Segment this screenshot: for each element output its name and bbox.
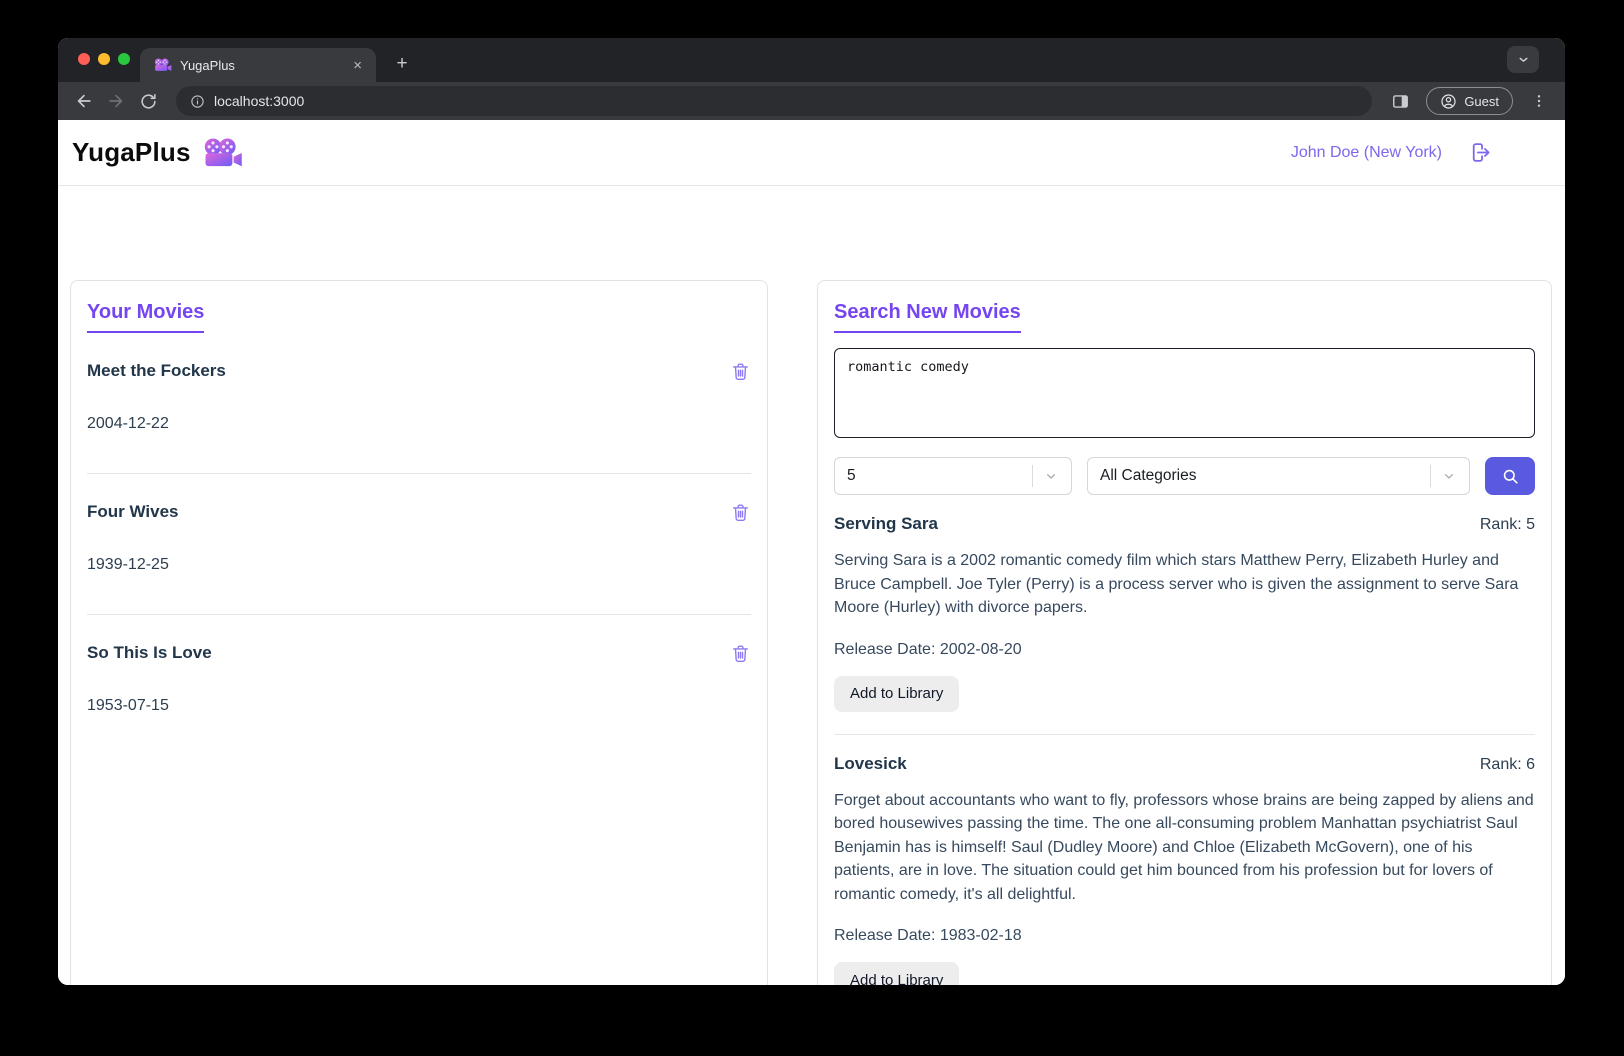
library-movie-row: Four Wives 1939-12-25 bbox=[87, 474, 751, 615]
add-to-library-button[interactable]: Add to Library bbox=[834, 962, 960, 985]
search-result: Serving Sara Rank: 5 Serving Sara is a 2… bbox=[834, 495, 1535, 735]
library-movie-row: So This Is Love 1953-07-15 bbox=[87, 615, 751, 755]
result-limit-value: 5 bbox=[847, 467, 856, 484]
trash-icon bbox=[732, 504, 749, 521]
page: YugaPlus John Doe (New York) Your Movies bbox=[58, 120, 1565, 985]
result-rank: Rank: 6 bbox=[1479, 755, 1535, 773]
trash-icon bbox=[732, 363, 749, 380]
app-header: YugaPlus John Doe (New York) bbox=[58, 120, 1565, 186]
result-title: Serving Sara bbox=[834, 514, 938, 533]
browser-toolbar: localhost:3000 Guest bbox=[58, 82, 1565, 120]
select-divider bbox=[1430, 465, 1431, 487]
app-logo-text: YugaPlus bbox=[72, 137, 191, 167]
url-text: localhost:3000 bbox=[214, 93, 305, 109]
site-info-icon[interactable] bbox=[190, 94, 205, 109]
search-result: Lovesick Rank: 6 Forget about accountant… bbox=[834, 735, 1535, 985]
search-button[interactable] bbox=[1485, 457, 1535, 495]
tab-close-icon[interactable]: × bbox=[349, 56, 366, 75]
your-movies-heading: Your Movies bbox=[87, 301, 205, 333]
search-panel: Search New Movies romantic comedy 5 All … bbox=[817, 280, 1552, 985]
chevron-down-icon bbox=[1043, 468, 1059, 484]
browser-tab-yugaplus[interactable]: YugaPlus × bbox=[140, 48, 376, 82]
delete-movie-button[interactable] bbox=[730, 361, 751, 382]
search-icon bbox=[1503, 469, 1518, 484]
window-controls bbox=[78, 53, 130, 65]
library-movie-title: Four Wives bbox=[87, 502, 179, 521]
user-name-link[interactable]: John Doe (New York) bbox=[1291, 144, 1442, 162]
library-movie-title: So This Is Love bbox=[87, 643, 212, 662]
browser-window: YugaPlus × + localhost:3000 Guest YugaPl… bbox=[58, 38, 1565, 985]
library-movie-date: 1939-12-25 bbox=[87, 556, 169, 573]
trash-icon bbox=[732, 645, 749, 662]
movie-camera-icon bbox=[204, 138, 242, 166]
search-controls: 5 All Categories bbox=[834, 457, 1535, 495]
search-query-input[interactable]: romantic comedy bbox=[834, 348, 1535, 438]
profile-label: Guest bbox=[1464, 93, 1499, 109]
side-panel-icon[interactable] bbox=[1386, 87, 1414, 115]
result-release-date: Release Date: 1983-02-18 bbox=[834, 927, 1022, 944]
address-bar[interactable]: localhost:3000 bbox=[176, 86, 1373, 116]
library-movie-date: 1953-07-15 bbox=[87, 697, 169, 714]
search-heading: Search New Movies bbox=[834, 301, 1021, 333]
tab-title: YugaPlus bbox=[180, 57, 235, 73]
back-button[interactable] bbox=[70, 87, 98, 115]
category-select[interactable]: All Categories bbox=[1087, 457, 1470, 495]
main-content: Your Movies Meet the Fockers 2004-12-22 … bbox=[58, 186, 1565, 985]
tab-strip: YugaPlus × + bbox=[58, 38, 1565, 82]
chevron-down-icon bbox=[1441, 468, 1457, 484]
delete-movie-button[interactable] bbox=[730, 643, 751, 664]
result-release-date: Release Date: 2002-08-20 bbox=[834, 640, 1022, 658]
tab-favicon-movie-camera-icon bbox=[154, 58, 172, 71]
category-value: All Categories bbox=[1100, 467, 1197, 484]
delete-movie-button[interactable] bbox=[730, 502, 751, 523]
add-to-library-button[interactable]: Add to Library bbox=[834, 675, 960, 712]
profile-button[interactable]: Guest bbox=[1426, 87, 1513, 115]
select-divider bbox=[1032, 465, 1033, 487]
library-movie-title: Meet the Fockers bbox=[87, 361, 226, 380]
close-window-button[interactable] bbox=[78, 53, 90, 65]
your-movies-panel: Your Movies Meet the Fockers 2004-12-22 … bbox=[70, 280, 768, 985]
tab-strip-chevron-down-icon[interactable] bbox=[1507, 46, 1539, 73]
logout-icon[interactable] bbox=[1468, 140, 1493, 165]
result-rank: Rank: 5 bbox=[1479, 516, 1535, 533]
result-description: Forget about accountants who want to fly… bbox=[834, 791, 1534, 903]
browser-menu-icon[interactable] bbox=[1525, 87, 1553, 115]
reload-button[interactable] bbox=[134, 87, 162, 115]
library-movie-date: 2004-12-22 bbox=[87, 415, 169, 432]
result-title: Lovesick bbox=[834, 753, 907, 773]
minimize-window-button[interactable] bbox=[98, 53, 110, 65]
result-limit-select[interactable]: 5 bbox=[834, 457, 1072, 495]
maximize-window-button[interactable] bbox=[118, 53, 130, 65]
new-tab-button[interactable]: + bbox=[388, 50, 416, 78]
forward-button[interactable] bbox=[102, 87, 130, 115]
result-description: Serving Sara is a 2002 romantic comedy f… bbox=[834, 552, 1519, 616]
library-movie-row: Meet the Fockers 2004-12-22 bbox=[87, 333, 751, 474]
guest-avatar-icon bbox=[1441, 93, 1456, 109]
